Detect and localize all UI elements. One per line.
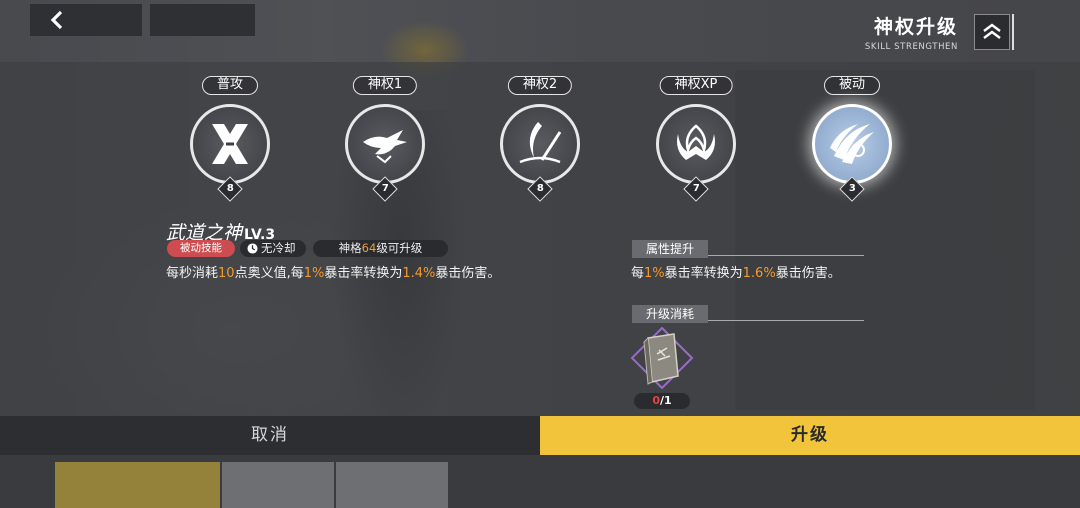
skill-book-icon [630, 326, 694, 390]
upgrade-button[interactable]: 升级 [540, 416, 1080, 455]
skill-tag: 神权1 [352, 76, 418, 95]
claw-slash-icon [830, 124, 874, 164]
page-title: 神权升级 [873, 16, 958, 38]
dragon-slash-icon [363, 130, 407, 164]
skill-icon-frame [812, 104, 892, 184]
skill-icon-frame [345, 104, 425, 184]
skill-type-badge: 被动技能 [167, 240, 235, 257]
skill-icon-frame [656, 104, 736, 184]
home-button[interactable] [150, 4, 255, 36]
skill-icon-frame [190, 104, 270, 184]
header-divider [1012, 14, 1014, 50]
skill-tag: 神权2 [507, 76, 573, 95]
attribute-gain-description: 每1%暴击率转换为1.6%暴击伤害。 [631, 266, 841, 281]
double-chevron-up-icon [983, 23, 1001, 39]
upgrade-cost-header: 升级消耗 [632, 303, 864, 323]
cancel-button[interactable]: 取消 [0, 416, 540, 455]
cooldown-badge: 无冷却 [240, 240, 306, 257]
crossed-swords-x-icon [212, 124, 248, 164]
clock-icon [247, 243, 258, 254]
skill-tag: 普攻 [201, 76, 259, 95]
skill-tag: 神权XP [659, 76, 733, 95]
skill-description: 每秒消耗10点奥义值,每1%暴击率转换为1.4%暴击伤害。 [166, 266, 501, 281]
page-title-block: 神权升级 SKILL STRENGTHEN [865, 12, 958, 52]
crown-flame-icon [677, 124, 715, 160]
rank-button[interactable] [974, 14, 1010, 50]
skill-slot-divine-2[interactable]: 神权2 8 [490, 76, 590, 202]
skill-tag: 被动 [823, 76, 881, 95]
upgrade-requirement-badge: 神格64级可升级 [313, 240, 448, 257]
chevron-left-icon [50, 10, 63, 30]
skill-slot-divine-xp[interactable]: 神权XP 7 [646, 76, 746, 202]
upgrade-material-item[interactable] [630, 326, 694, 390]
skill-slot-passive[interactable]: 被动 3 [802, 76, 902, 202]
page-subtitle: SKILL STRENGTHEN [864, 42, 958, 52]
skill-slot-divine-1[interactable]: 神权1 7 [335, 76, 435, 202]
skill-slot-basic-attack[interactable]: 普攻 8 [180, 76, 280, 202]
skill-icon-frame [500, 104, 580, 184]
back-button[interactable] [30, 4, 142, 36]
attribute-gain-header: 属性提升 [632, 238, 864, 258]
material-count: 0/1 [634, 393, 690, 409]
sword-crescent-icon [519, 122, 562, 164]
cooldown-text: 无冷却 [261, 241, 296, 255]
